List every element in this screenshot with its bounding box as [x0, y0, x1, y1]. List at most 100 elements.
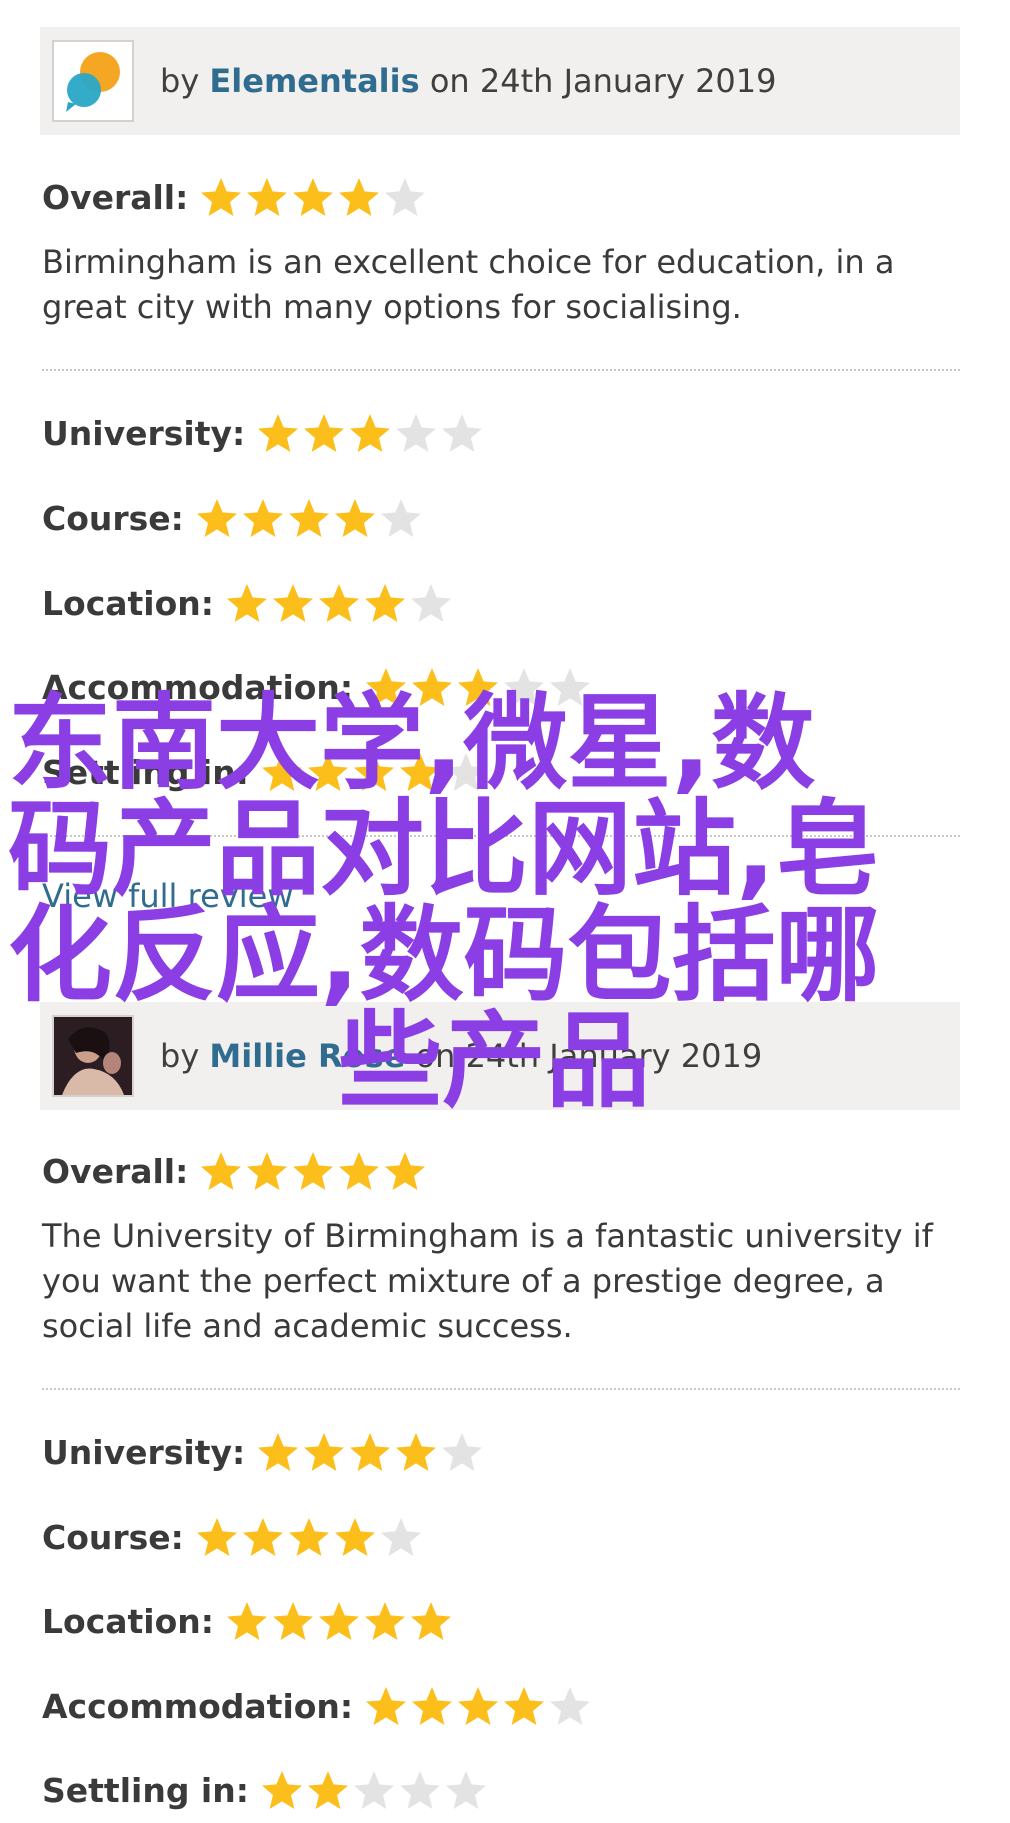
star-filled-icon [196, 1518, 237, 1556]
rating-stars [255, 1430, 485, 1474]
star-filled-icon [364, 584, 405, 622]
rating-row-university: University: [42, 1427, 485, 1477]
review-date: on 24th January 2019 [405, 1037, 763, 1075]
star-filled-icon [339, 1152, 380, 1190]
star-filled-icon [396, 1433, 437, 1471]
star-filled-icon [293, 1152, 334, 1190]
overall-label: Overall: [42, 1151, 189, 1191]
rating-row-accommodation: Accommodation: [42, 662, 593, 712]
star-filled-icon [410, 1602, 451, 1640]
star-filled-icon [293, 178, 334, 216]
overall-rating-row: Overall: [42, 1146, 428, 1196]
star-filled-icon [412, 1687, 453, 1725]
user-photo-icon [54, 1017, 132, 1095]
star-filled-icon [261, 753, 302, 791]
star-filled-icon [339, 178, 380, 216]
star-filled-icon [247, 1152, 288, 1190]
review-header: by Elementalis on 24th January 2019 [40, 27, 960, 135]
divider [42, 369, 960, 371]
rating-row-university: University: [42, 408, 485, 458]
star-filled-icon [350, 1433, 391, 1471]
star-filled-icon [334, 1518, 375, 1556]
rating-label: Settling in: [42, 752, 249, 792]
star-filled-icon [504, 1687, 545, 1725]
star-empty-icon [410, 584, 451, 622]
author-link[interactable]: Millie Rose [209, 1037, 405, 1075]
star-filled-icon [458, 668, 499, 706]
star-filled-icon [318, 1602, 359, 1640]
star-empty-icon [385, 178, 426, 216]
rating-stars [259, 750, 489, 794]
star-filled-icon [304, 1433, 345, 1471]
overall-label: Overall: [42, 177, 189, 217]
overall-stars [198, 175, 428, 219]
star-filled-icon [304, 414, 345, 452]
star-empty-icon [399, 1771, 440, 1809]
star-filled-icon [288, 499, 329, 537]
rating-stars [194, 496, 424, 540]
author-link[interactable]: Elementalis [209, 62, 419, 100]
star-filled-icon [201, 178, 242, 216]
star-filled-icon [226, 584, 267, 622]
rating-label: Accommodation: [42, 667, 354, 707]
star-empty-icon [504, 668, 545, 706]
rating-label: Location: [42, 583, 214, 623]
star-filled-icon [258, 1433, 299, 1471]
star-filled-icon [353, 753, 394, 791]
star-filled-icon [196, 499, 237, 537]
star-filled-icon [226, 1602, 267, 1640]
star-filled-icon [364, 1602, 405, 1640]
rating-row-settling-in: Settling in: [42, 1765, 489, 1815]
star-filled-icon [272, 1602, 313, 1640]
star-filled-icon [247, 178, 288, 216]
star-empty-icon [442, 1433, 483, 1471]
review-header: by Millie Rose on 24th January 2019 [40, 1002, 960, 1110]
star-filled-icon [366, 1687, 407, 1725]
star-empty-icon [380, 1518, 421, 1556]
rating-row-location: Location: [42, 1596, 454, 1646]
star-empty-icon [353, 1771, 394, 1809]
rating-row-location: Location: [42, 578, 454, 628]
divider [42, 1388, 960, 1390]
by-text: by [160, 62, 210, 100]
star-filled-icon [307, 1771, 348, 1809]
overlay-line: 化反应,数码包括哪 [8, 894, 880, 1016]
star-filled-icon [201, 1152, 242, 1190]
review-date: on 24th January 2019 [419, 62, 777, 100]
star-filled-icon [385, 1152, 426, 1190]
star-empty-icon [550, 1687, 591, 1725]
star-filled-icon [412, 668, 453, 706]
avatar[interactable] [52, 1015, 134, 1097]
star-empty-icon [442, 414, 483, 452]
avatar[interactable] [52, 40, 134, 122]
rating-stars [255, 411, 485, 455]
star-filled-icon [399, 753, 440, 791]
rating-stars [194, 1515, 424, 1559]
review-text: Birmingham is an excellent choice for ed… [42, 243, 895, 326]
star-empty-icon [396, 414, 437, 452]
star-filled-icon [350, 414, 391, 452]
rating-row-accommodation: Accommodation: [42, 1681, 593, 1731]
review-byline: by Millie Rose on 24th January 2019 [160, 1002, 762, 1110]
view-full-review-link[interactable]: View full review [42, 877, 293, 915]
rating-label: Location: [42, 1601, 214, 1641]
star-filled-icon [366, 668, 407, 706]
star-filled-icon [334, 499, 375, 537]
speech-bubbles-logo-icon [66, 52, 120, 112]
star-filled-icon [242, 1518, 283, 1556]
rating-row-settling-in: Settling in: [42, 747, 489, 797]
star-filled-icon [288, 1518, 329, 1556]
rating-row-course: Course: [42, 493, 424, 543]
divider [42, 835, 960, 837]
star-filled-icon [307, 753, 348, 791]
star-empty-icon [550, 668, 591, 706]
overall-stars [198, 1149, 428, 1193]
star-filled-icon [272, 584, 313, 622]
review-text: The University of Birmingham is a fantas… [42, 1217, 933, 1345]
reviews-page: by Elementalis on 24th January 2019 Over… [0, 0, 1010, 1823]
rating-label: Accommodation: [42, 1686, 354, 1726]
rating-stars [363, 1684, 593, 1728]
rating-stars [224, 581, 454, 625]
star-filled-icon [458, 1687, 499, 1725]
star-filled-icon [258, 414, 299, 452]
